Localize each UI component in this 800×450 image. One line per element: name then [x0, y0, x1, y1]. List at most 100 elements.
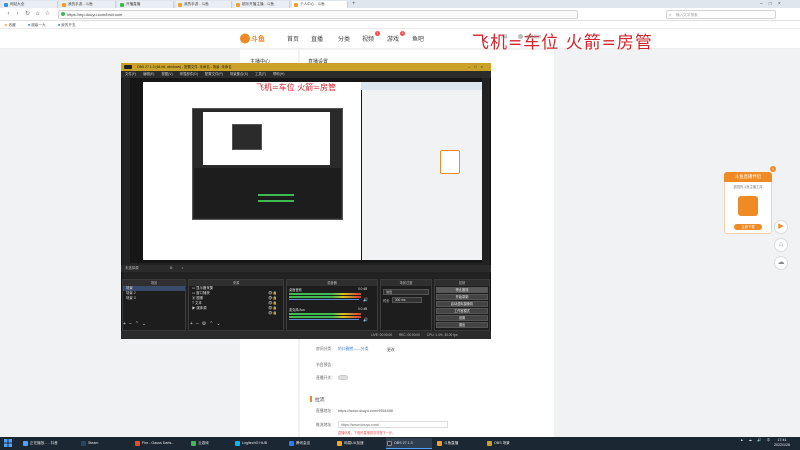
mixer-channel-level: 0.0 dB: [358, 307, 368, 311]
change-category-link[interactable]: 更改: [387, 348, 395, 353]
username-link[interactable]: 修改昵称: [526, 35, 541, 40]
url-input[interactable]: https://mp.douyu.com/bro/room: [58, 10, 578, 19]
mixer-channel-name: 桌面音频: [289, 288, 302, 292]
nav-live[interactable]: 直播: [311, 34, 323, 43]
avatar[interactable]: [518, 34, 523, 39]
home-icon[interactable]: ⌂: [34, 10, 41, 18]
taskbar-item[interactable]: 正在播放... - 抖音: [22, 438, 74, 449]
controls-dock-header: 控制: [435, 280, 489, 286]
bookmark-item[interactable]: ■ 我的开支: [58, 21, 76, 29]
obs-menu-profile[interactable]: 配置文件(P): [205, 72, 223, 76]
volume-slider[interactable]: [289, 299, 359, 300]
nav-games[interactable]: 游戏: [387, 34, 399, 43]
transitions-dock-header: 场景过渡: [381, 280, 431, 286]
obs-app-icon: [124, 65, 132, 69]
transition-select[interactable]: 淡出: [383, 289, 429, 295]
taskbar-item[interactable]: OBS 场景: [486, 438, 532, 449]
move-up-icon[interactable]: ⌃: [135, 321, 142, 327]
obs-menu-edit[interactable]: 编辑(E): [143, 72, 154, 76]
bookmark-item[interactable]: ■ 超级一大: [28, 21, 46, 29]
maximize-icon[interactable]: □: [769, 1, 778, 7]
mixer-dock-header: 混音器: [287, 280, 377, 286]
bookmark-item[interactable]: ★ 收藏: [4, 21, 16, 29]
form-label: 节目预告：: [316, 363, 335, 367]
start-recording-button[interactable]: 开始录制: [436, 294, 488, 300]
virtual-camera-button[interactable]: 启动虚拟摄像机: [436, 301, 488, 307]
push-section-title: 拉流: [315, 398, 325, 403]
settings-button[interactable]: 设置: [436, 315, 488, 321]
forward-icon[interactable]: ›: [14, 10, 21, 18]
volume-slider[interactable]: [289, 319, 359, 320]
nested-inner-window: [232, 124, 262, 150]
obs-menu-bar: 文件(F) 编辑(E) 视图(V) 停靠部件(D) 配置文件(P) 场景集合(S…: [121, 71, 491, 78]
obs-menu-tools[interactable]: 工具(T): [255, 72, 266, 76]
browser-tab[interactable]: 开播直播: [118, 1, 174, 8]
clock[interactable]: 17:41 2022/1/26: [768, 438, 796, 448]
cloud-icon[interactable]: ☁: [774, 256, 788, 270]
browser-tab[interactable]: 网站大全: [2, 1, 58, 8]
app-icon: [289, 441, 294, 446]
browser-tab[interactable]: 我的手游 - 斗鱼: [176, 1, 232, 8]
studio-mode-button[interactable]: 工作室模式: [436, 308, 488, 314]
secure-lock-icon: [61, 12, 65, 16]
new-tab-plus-icon[interactable]: +: [352, 1, 356, 7]
play-icon[interactable]: ▶: [774, 220, 788, 234]
windows-start-icon[interactable]: [4, 439, 12, 447]
speaker-icon[interactable]: 🔊: [363, 297, 368, 302]
nav-video[interactable]: 视频: [362, 34, 374, 43]
app-icon: [487, 441, 492, 446]
scene-item[interactable]: 场景 3: [123, 296, 185, 301]
taskbar-item[interactable]: Steam: [80, 438, 130, 449]
nav-home[interactable]: 首页: [287, 34, 299, 43]
promo-download-button[interactable]: 立即下载: [734, 224, 762, 230]
source-visibility-icons[interactable]: 👁🔒 👁🔒 👁🔒 👁🔒 👁🔒: [268, 291, 277, 316]
properties-gear-icon[interactable]: ⚙: [170, 266, 173, 270]
exit-button[interactable]: 退出: [436, 322, 488, 328]
browser-tab[interactable]: 我的手游 - 斗鱼: [60, 1, 116, 8]
transition-duration-input[interactable]: 300 ms: [392, 297, 422, 303]
app-icon: [135, 441, 140, 446]
mixer-channel-name: 麦克风/Aux: [289, 308, 305, 312]
stop-streaming-button[interactable]: 停止推流: [436, 287, 488, 293]
form-label: 推流地址：: [316, 423, 335, 427]
mixer-channel-level: 0.0 dB: [358, 287, 368, 291]
nested-meter: [258, 200, 294, 202]
home-icon[interactable]: ⌂: [774, 238, 788, 252]
nav-category[interactable]: 分类: [338, 34, 350, 43]
search-input[interactable]: 输入文字搜索: [666, 10, 776, 19]
promo-close-icon[interactable]: ×: [770, 166, 776, 172]
minimize-icon[interactable]: –: [760, 1, 769, 7]
obs-menu-help[interactable]: 帮助(H): [273, 72, 285, 76]
taskbar-item-active[interactable]: OBS 27.1.3: [386, 438, 432, 449]
taskbar-item[interactable]: 腾讯会议: [288, 438, 332, 449]
taskbar-item[interactable]: Fire - Gauss Darts...: [134, 438, 186, 449]
tab-favicon-icon: [178, 3, 182, 7]
obs-menu-docks[interactable]: 停靠部件(D): [180, 72, 198, 76]
stream-url-field[interactable]: https://www.douyu.com/: [338, 421, 448, 428]
star-icon[interactable]: ☆: [44, 10, 51, 18]
obs-menu-scene-collection[interactable]: 场景集合(S): [230, 72, 248, 76]
bookmarks-bar: [0, 21, 800, 29]
taskbar-item[interactable]: 斗鱼直播: [436, 438, 482, 449]
taskbar-item[interactable]: 网易UU加速: [336, 438, 382, 449]
obs-window-controls[interactable]: –□×: [468, 64, 487, 69]
browser-tab-active[interactable]: 个人中心 - 斗鱼: [292, 1, 348, 8]
nav-yuba[interactable]: 鱼吧: [412, 34, 424, 43]
browser-tab[interactable]: 超乐开播主播 - 斗鱼: [234, 1, 290, 8]
speaker-icon[interactable]: 🔊: [363, 317, 368, 322]
obs-menu-file[interactable]: 文件(F): [125, 72, 136, 76]
download-link[interactable]: 下载: [500, 35, 508, 40]
back-icon[interactable]: ‹: [5, 10, 12, 18]
live-toggle[interactable]: [338, 375, 348, 380]
close-icon[interactable]: ×: [778, 1, 787, 7]
taskbar-item[interactable]: 云游戏: [190, 438, 230, 449]
room-category-link[interactable]: 的口圈捞——分类: [338, 347, 368, 352]
move-down-icon[interactable]: ⌄: [216, 321, 223, 327]
douyu-logo[interactable]: 斗鱼: [240, 32, 270, 45]
obs-menu-view[interactable]: 视图(V): [161, 72, 172, 76]
move-down-icon[interactable]: ⌄: [142, 321, 149, 327]
taskbar-item[interactable]: LogitechG HUB: [234, 438, 284, 449]
reload-icon[interactable]: ↻: [24, 10, 31, 18]
filters-icon[interactable]: ◐: [182, 266, 184, 270]
window-controls[interactable]: –□×: [760, 1, 787, 7]
